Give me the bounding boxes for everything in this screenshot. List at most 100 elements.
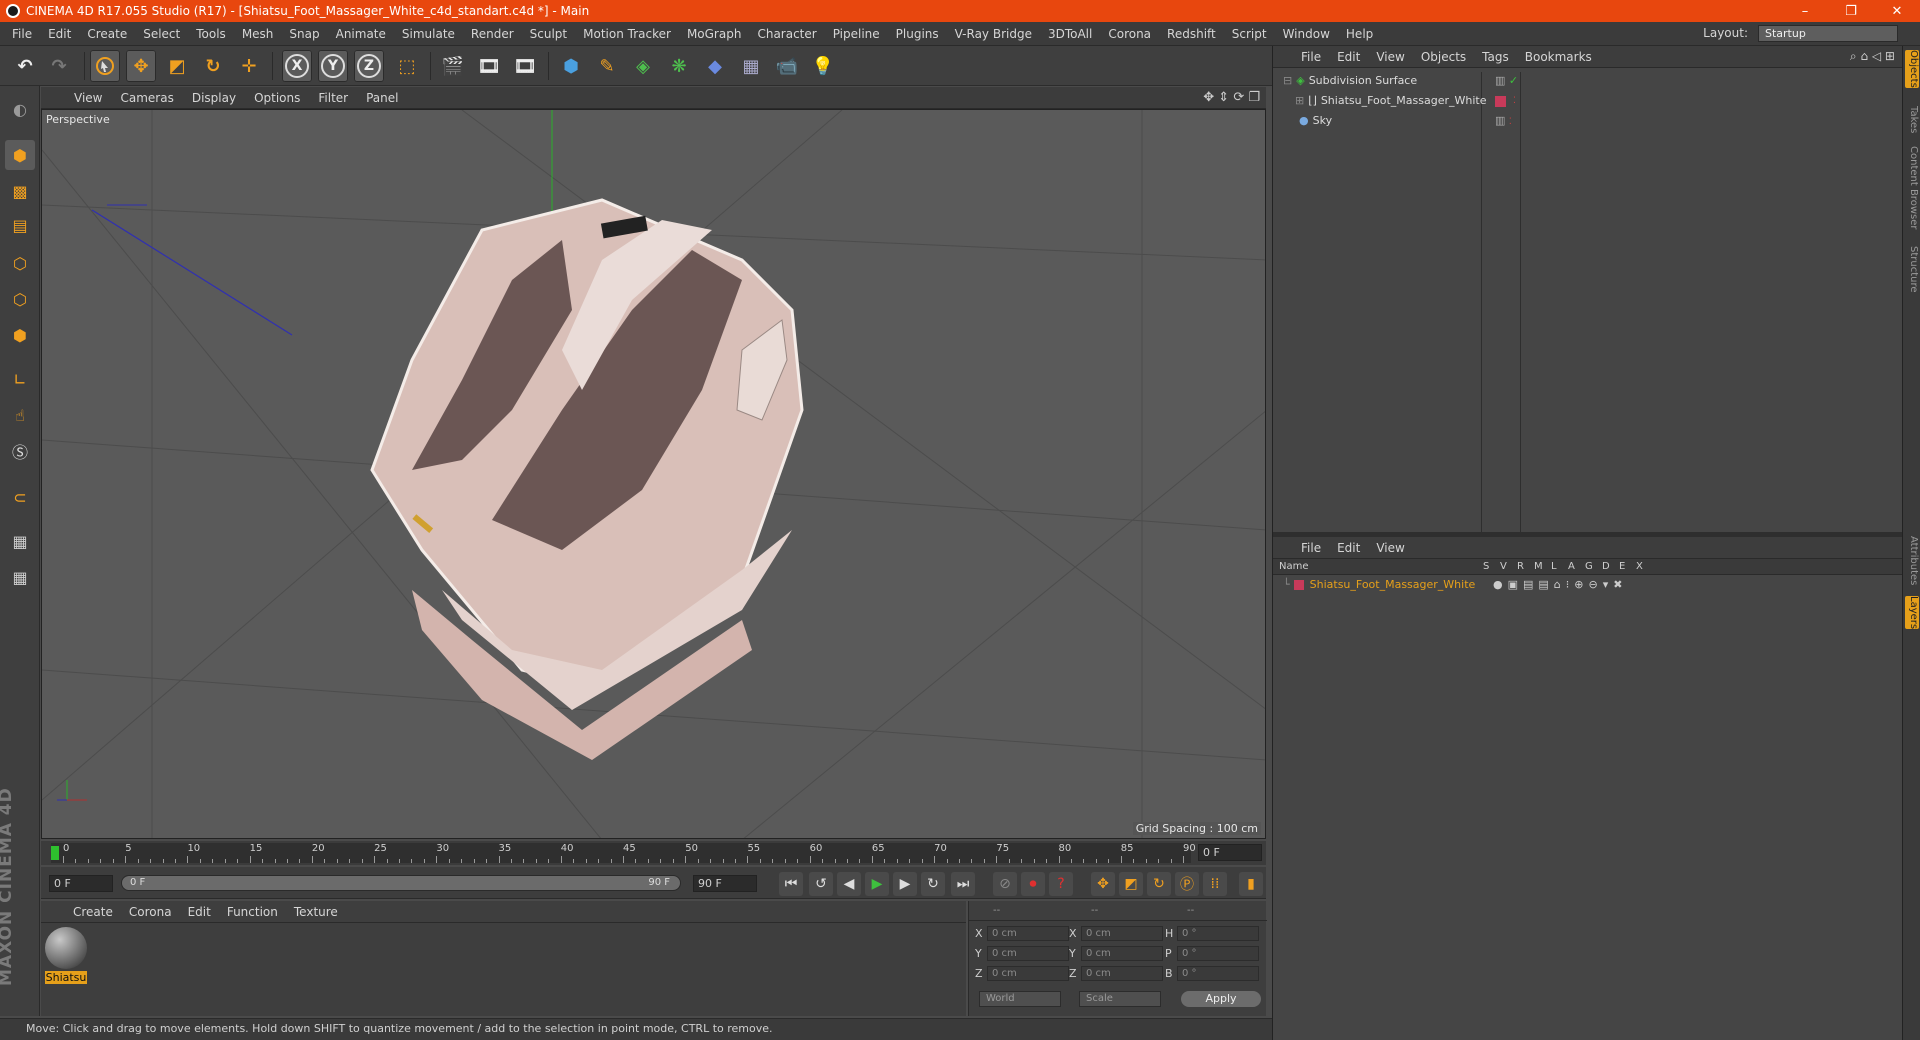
check-icon[interactable]: ▥ ✓ [1495, 72, 1518, 90]
objects-menu-objects[interactable]: Objects [1413, 50, 1474, 64]
coord-field[interactable]: 0 cm [1081, 946, 1163, 961]
render-picture-viewer-icon[interactable]: 🎞 [474, 50, 504, 82]
viewport-menu-view[interactable]: View [65, 91, 111, 105]
menu-mesh[interactable]: Mesh [234, 27, 282, 41]
menu-snap[interactable]: Snap [281, 27, 327, 41]
edges-mode-icon[interactable]: ⬡ [5, 284, 35, 314]
go-to-start-icon[interactable]: ⏮ [779, 872, 803, 896]
deformer-icon[interactable]: ◆ [700, 50, 730, 82]
menu-mograph[interactable]: MoGraph [679, 27, 750, 41]
end-frame-field[interactable]: 90 F [693, 875, 757, 892]
menu-help[interactable]: Help [1338, 27, 1381, 41]
viewport-menu-panel[interactable]: Panel [357, 91, 407, 105]
x-axis-toggle[interactable]: X [282, 50, 312, 82]
menu-create[interactable]: Create [79, 27, 135, 41]
cube-icon[interactable]: ⬢ [556, 50, 586, 82]
tab-content-browser[interactable]: Content Browser [1905, 146, 1919, 229]
tab-takes[interactable]: Takes [1905, 106, 1919, 133]
render-settings-icon[interactable]: 🎞 [510, 50, 540, 82]
menu-corona[interactable]: Corona [1100, 27, 1159, 41]
key-scale-icon[interactable]: ◩ [1119, 872, 1143, 896]
menu-pipeline[interactable]: Pipeline [825, 27, 888, 41]
menu-character[interactable]: Character [749, 27, 824, 41]
layer-color-swatch[interactable] [1495, 95, 1506, 107]
start-frame-field[interactable]: 0 F [49, 875, 113, 892]
object-sky[interactable]: ● Sky ▥ ⁚ [1283, 112, 1512, 130]
menu-file[interactable]: File [4, 27, 40, 41]
object-foot-massager[interactable]: ⊞ ⌊⌋ Shiatsu_Foot_Massager_White ⁚ [1295, 92, 1516, 110]
viewport-menu-options[interactable]: Options [245, 91, 309, 105]
mograph-cloner-icon[interactable]: ❋ [664, 50, 694, 82]
material-menu-corona[interactable]: Corona [121, 905, 180, 919]
magnet-icon[interactable]: ⊂ [5, 482, 35, 512]
coord-field[interactable]: 0 cm [1081, 966, 1163, 981]
scale-select[interactable]: Scale [1079, 991, 1161, 1007]
key-pla-icon[interactable]: ⁞⁞ [1203, 872, 1227, 896]
transform-tool-icon[interactable]: ✛ [234, 50, 264, 82]
menu-window[interactable]: Window [1275, 27, 1338, 41]
menu-motion-tracker[interactable]: Motion Tracker [575, 27, 679, 41]
polygons-mode-icon[interactable]: ⬢ [5, 320, 35, 350]
menu-3dtoall[interactable]: 3DToAll [1040, 27, 1100, 41]
tab-layers[interactable]: Layers [1905, 596, 1919, 630]
coord-field[interactable]: 0 cm [987, 966, 1069, 981]
go-to-end-icon[interactable]: ⏭ [951, 872, 975, 896]
viewport-menu-display[interactable]: Display [183, 91, 245, 105]
render-view-icon[interactable]: 🎬 [438, 50, 468, 82]
autokey-icon[interactable]: ⏺ [1021, 872, 1045, 896]
menu-edit[interactable]: Edit [40, 27, 79, 41]
viewport-menu-cameras[interactable]: Cameras [111, 91, 182, 105]
objects-menu-view[interactable]: View [1368, 50, 1412, 64]
timeline-window-icon[interactable]: ▮ [1239, 872, 1263, 896]
layout-select[interactable]: Startup [1758, 25, 1898, 42]
workplane-lock-icon[interactable]: ▦ [5, 562, 35, 592]
live-selection-icon[interactable] [90, 50, 120, 82]
layers-menu-file[interactable]: File [1293, 541, 1329, 555]
record-keys-icon[interactable]: ⊘ [993, 872, 1017, 896]
menu-select[interactable]: Select [135, 27, 188, 41]
camera-icon[interactable]: 📹 [772, 50, 802, 82]
objects-menu-tags[interactable]: Tags [1474, 50, 1517, 64]
y-axis-toggle[interactable]: Y [318, 50, 348, 82]
next-key-icon[interactable]: ↻ [921, 872, 945, 896]
minimize-icon[interactable]: – [1782, 4, 1828, 19]
scale-tool-icon[interactable]: ◩ [162, 50, 192, 82]
layer-color-swatch[interactable] [1293, 580, 1304, 590]
floor-icon[interactable]: ▦ [736, 50, 766, 82]
timeline-ruler[interactable]: 0 5 10 15 20 25 30 35 40 45 50 55 60 65 70 75 80 85 90 [51, 843, 1196, 863]
keyframe-selection-icon[interactable]: ? [1049, 872, 1073, 896]
next-frame-icon[interactable]: ▶ [893, 872, 917, 896]
material-menu-function[interactable]: Function [219, 905, 286, 919]
world-select[interactable]: World [979, 991, 1061, 1007]
workplane-mode-icon[interactable]: ▤ [5, 210, 35, 240]
menu-render[interactable]: Render [463, 27, 522, 41]
make-editable-icon[interactable]: ◐ [5, 94, 35, 124]
layers-menu-edit[interactable]: Edit [1329, 541, 1368, 555]
undo-icon[interactable]: ↶ [10, 50, 40, 82]
pen-spline-icon[interactable]: ✎ [592, 50, 622, 82]
material-menu-texture[interactable]: Texture [286, 905, 346, 919]
layers-menu-view[interactable]: View [1368, 541, 1412, 555]
coord-field[interactable]: 0 ° [1177, 966, 1259, 981]
objects-menu-edit[interactable]: Edit [1329, 50, 1368, 64]
objects-menu-bookmarks[interactable]: Bookmarks [1517, 50, 1600, 64]
key-parameter-icon[interactable]: Ⓟ [1175, 872, 1199, 896]
viewport-menu-filter[interactable]: Filter [309, 91, 357, 105]
playhead[interactable] [51, 846, 59, 860]
light-icon[interactable]: 💡 [808, 50, 838, 82]
apply-button[interactable]: Apply [1181, 991, 1261, 1007]
menu-animate[interactable]: Animate [328, 27, 394, 41]
menu-v-ray-bridge[interactable]: V-Ray Bridge [947, 27, 1040, 41]
menu-plugins[interactable]: Plugins [888, 27, 947, 41]
key-rotation-icon[interactable]: ↻ [1147, 872, 1171, 896]
axis-mode-icon[interactable]: ∟ [5, 364, 35, 394]
previous-key-icon[interactable]: ↺ [809, 872, 833, 896]
material-menu-create[interactable]: Create [65, 905, 121, 919]
frame-range-slider[interactable]: 0 F 90 F [121, 875, 681, 891]
tweak-mode-icon[interactable]: ☝ [5, 400, 35, 430]
object-subdivision-surface[interactable]: ⊟ ◈ Subdivision Surface ▥ ✓ [1283, 72, 1518, 90]
visibility-icon[interactable]: ▥ ⁚ [1495, 112, 1512, 131]
coord-field[interactable]: 0 cm [987, 926, 1069, 941]
play-icon[interactable]: ▶ [865, 872, 889, 896]
move-tool-icon[interactable]: ✥ [126, 50, 156, 82]
